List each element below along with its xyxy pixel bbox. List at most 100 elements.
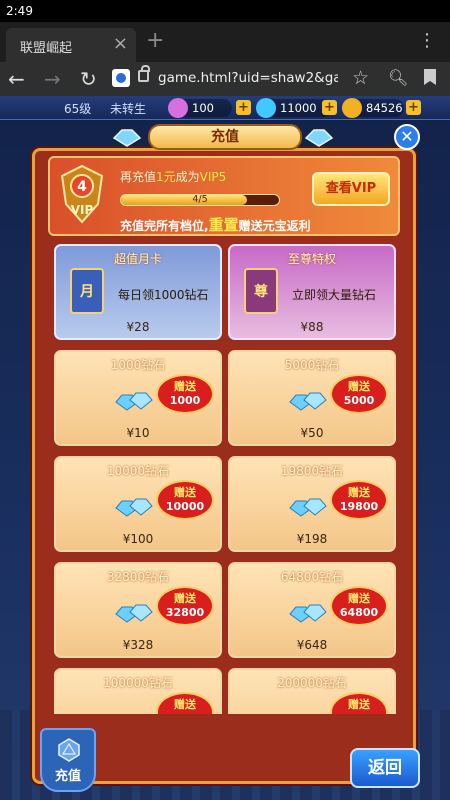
- diamond-pile-icon: [289, 392, 327, 411]
- bonus-badge: 赠送 5000: [330, 374, 388, 414]
- card-diamond-32800[interactable]: 32800钻石 赠送 32800 ¥328: [54, 562, 222, 658]
- return-button[interactable]: 返回: [350, 748, 420, 788]
- add-pink-gem-button[interactable]: +: [236, 100, 251, 115]
- vip-upgrade-text: 再充值1元成为VIP5: [120, 168, 226, 185]
- card-title: 超值月卡: [113, 252, 162, 266]
- pass-icon-text: 尊: [254, 284, 268, 300]
- card-title: 100000钻石: [103, 676, 173, 690]
- bonus-badge: 赠送 1000: [156, 374, 214, 414]
- bonus-label: 赠送: [348, 380, 370, 393]
- resource-pink-gem: 100: [168, 98, 232, 118]
- vip-label: VIP: [71, 203, 94, 217]
- bonus-badge: 赠送 19800: [330, 480, 388, 520]
- card-diamond-64800[interactable]: 64800钻石 赠送 64800 ¥648: [228, 562, 396, 658]
- d20-dice-icon: [58, 738, 80, 762]
- close-button[interactable]: ✕: [394, 124, 420, 150]
- vip-line-prefix: 再充值: [120, 170, 157, 184]
- bonus-label: 赠送: [174, 698, 196, 711]
- search-icon[interactable]: 🔍︎: [388, 68, 408, 87]
- recharge-tab[interactable]: 充值: [40, 728, 96, 792]
- clock: 2:49: [6, 4, 33, 18]
- bonus-badge: 赠送 32800: [156, 586, 214, 626]
- browser-tab-strip: 联盟崛起 × + ⋮: [0, 22, 450, 62]
- back-arrow-icon[interactable]: ←: [8, 67, 25, 91]
- url-field[interactable]: game.html?uid=shaw2&game: [158, 70, 338, 86]
- add-gold-button[interactable]: +: [406, 100, 421, 115]
- monthly-pass-icon: 月: [70, 268, 104, 314]
- forward-arrow-icon[interactable]: →: [44, 67, 61, 91]
- diamond-pile-icon: [115, 498, 153, 517]
- diamond-pile-icon: [115, 604, 153, 623]
- bonus-value: 64800: [339, 606, 379, 619]
- card-diamond-19800[interactable]: 19800钻石 赠送 19800 ¥198: [228, 456, 396, 552]
- card-diamond-100000[interactable]: 100000钻石 赠送100000: [54, 668, 222, 714]
- resource-value: 11000: [280, 101, 317, 115]
- resource-gold: 84526: [342, 98, 404, 118]
- resource-value: 100: [192, 101, 214, 115]
- bonus-value: 5000: [343, 394, 375, 407]
- card-diamond-10000[interactable]: 10000钻石 赠送 10000 ¥100: [54, 456, 222, 552]
- browser-tab[interactable]: 联盟崛起 ×: [6, 28, 136, 62]
- bookmark-icon[interactable]: [424, 69, 436, 85]
- card-diamond-1000[interactable]: 1000钻石 赠送 1000 ¥10: [54, 350, 222, 446]
- resource-value: 84526: [366, 101, 403, 115]
- bonus-label: 赠送: [174, 486, 196, 499]
- card-title: 200000钻石: [277, 676, 347, 690]
- add-diamond-button[interactable]: +: [322, 100, 337, 115]
- bonus-value: 10000: [165, 500, 205, 513]
- diamond-pile-icon: [115, 392, 153, 411]
- vip-level: 4: [77, 179, 87, 195]
- card-title: 10000钻石: [106, 464, 170, 478]
- new-tab-button[interactable]: +: [146, 28, 164, 53]
- bonus-label: 赠送: [348, 698, 370, 711]
- vip-note: 充值完所有档位,重置赠送元宝返利: [120, 214, 311, 235]
- recharge-tab-label: 充值: [54, 769, 81, 784]
- card-title: 5000钻石: [284, 358, 340, 372]
- vip-line-target: VIP5: [199, 170, 227, 184]
- card-diamond-200000[interactable]: 200000钻石 赠送200000: [228, 668, 396, 714]
- gold-coin-icon: [342, 98, 362, 118]
- pink-gem-icon: [168, 98, 188, 118]
- view-vip-button[interactable]: 查看VIP: [312, 172, 390, 206]
- bonus-badge: 赠送200000: [330, 692, 388, 714]
- bonus-label: 赠送: [174, 592, 196, 605]
- more-vert-icon[interactable]: ⋮: [418, 30, 436, 51]
- bonus-label: 赠送: [174, 380, 196, 393]
- card-title: 1000钻石: [110, 358, 166, 372]
- game-viewport: 65级 未转生 100 + 11000 + 84526 + 充值 ✕ 4 VIP…: [0, 96, 450, 800]
- recharge-grid: 超值月卡 月 每日领1000钻石 ¥28 至尊特权 尊 立即领大量钻石 ¥88 …: [54, 244, 396, 714]
- card-price: ¥328: [122, 638, 154, 652]
- vip-line-amount: 1元: [156, 170, 176, 184]
- card-desc: 立即领大量钻石: [292, 288, 377, 302]
- bonus-label: 赠送: [348, 486, 370, 499]
- diamond-decoration-icon: [304, 129, 334, 147]
- card-price: ¥28: [126, 320, 150, 334]
- bonus-value: 32800: [165, 606, 205, 619]
- diamond-icon: [256, 98, 276, 118]
- tab-close-icon[interactable]: ×: [113, 33, 128, 54]
- star-icon[interactable]: ☆: [352, 67, 369, 89]
- vip-note-highlight: 重置: [208, 216, 239, 234]
- vip-progress-text: 4/5: [192, 194, 208, 205]
- card-monthly[interactable]: 超值月卡 月 每日领1000钻石 ¥28: [54, 244, 222, 340]
- card-title: 至尊特权: [287, 252, 336, 266]
- vip-progress-bar: 4/5: [120, 194, 280, 206]
- card-price: ¥88: [300, 320, 324, 334]
- site-favicon-icon: [112, 69, 130, 87]
- card-price: ¥10: [126, 426, 150, 440]
- card-diamond-5000[interactable]: 5000钻石 赠送 5000 ¥50: [228, 350, 396, 446]
- lock-icon: [138, 65, 150, 82]
- bonus-badge: 赠送 64800: [330, 586, 388, 626]
- card-price: ¥50: [300, 426, 324, 440]
- supreme-pass-icon: 尊: [244, 268, 278, 314]
- reload-icon[interactable]: ↻: [80, 67, 97, 91]
- status-bar: 2:49: [0, 0, 450, 22]
- rebirth-status: 未转生: [110, 102, 147, 116]
- vip-note-prefix: 充值完所有档位,: [120, 219, 209, 233]
- diamond-pile-icon: [289, 604, 327, 623]
- bonus-value: 19800: [339, 500, 379, 513]
- card-supreme[interactable]: 至尊特权 尊 立即领大量钻石 ¥88: [228, 244, 396, 340]
- bonus-badge: 赠送 10000: [156, 480, 214, 520]
- address-bar: ← → ↻ game.html?uid=shaw2&game ☆ 🔍︎: [0, 62, 450, 96]
- bonus-badge: 赠送100000: [156, 692, 214, 714]
